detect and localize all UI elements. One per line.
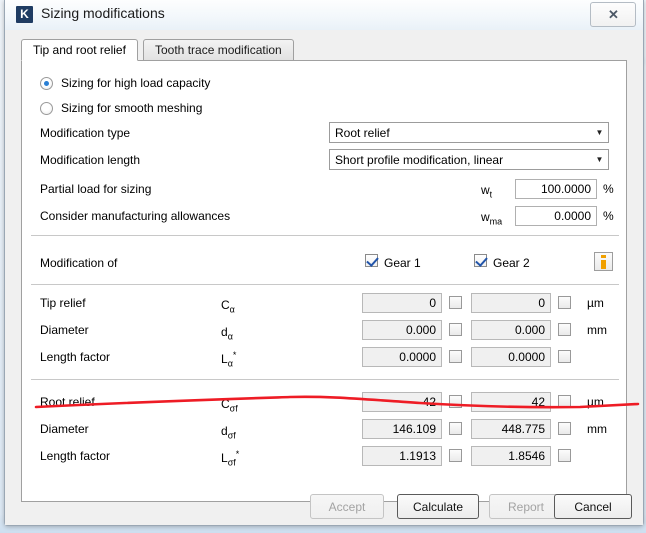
- divider-groups: [31, 379, 619, 380]
- checkbox-gear1[interactable]: [365, 254, 378, 267]
- unit-tip-diameter: mm: [587, 323, 607, 337]
- tip-diameter-gear1-input[interactable]: 0.000: [362, 320, 442, 340]
- symbol-tip-diameter: dα: [221, 325, 233, 342]
- modification-type-value: Root relief: [335, 125, 390, 140]
- symbol-root-relief: Cσf: [221, 397, 238, 414]
- modification-length-select[interactable]: Short profile modification, linear ▼: [329, 149, 609, 170]
- tip-length-factor-gear1-checkbox[interactable]: [449, 350, 462, 363]
- root-diameter-gear1-input[interactable]: 146.109: [362, 419, 442, 439]
- symbol-tip-length-factor: Lα*: [221, 350, 237, 369]
- tip-relief-gear1-checkbox[interactable]: [449, 296, 462, 309]
- tip-relief-gear2-input[interactable]: 0: [471, 293, 551, 313]
- root-length-factor-gear2-input[interactable]: 1.8546: [471, 446, 551, 466]
- symbol-manufacturing-allowances: wma: [481, 210, 503, 227]
- label-partial-load: Partial load for sizing: [40, 182, 152, 196]
- label-modification-type: Modification type: [40, 126, 131, 140]
- window-title: Sizing modifications: [41, 5, 165, 21]
- label-tip-relief: Tip relief: [40, 296, 86, 310]
- manufacturing-allowances-input[interactable]: 0.0000: [515, 206, 597, 226]
- tab-tooth-trace-modification[interactable]: Tooth trace modification: [143, 39, 294, 61]
- tip-diameter-gear1-checkbox[interactable]: [449, 323, 462, 336]
- label-tip-diameter: Diameter: [40, 323, 89, 337]
- info-icon[interactable]: [594, 252, 613, 271]
- label-root-diameter: Diameter: [40, 422, 89, 436]
- radio-smooth-meshing[interactable]: Sizing for smooth meshing: [40, 101, 202, 115]
- title-bar[interactable]: K Sizing modifications ✕: [5, 0, 643, 31]
- dialog-client-area: Tip and root relief Tooth trace modifica…: [5, 30, 643, 525]
- report-button[interactable]: Report: [489, 494, 563, 519]
- tip-length-factor-gear1-input[interactable]: 0.0000: [362, 347, 442, 367]
- radio-label-smooth-meshing: Sizing for smooth meshing: [61, 101, 203, 115]
- unit-root-relief: µm: [587, 395, 604, 409]
- tip-length-factor-gear2-checkbox[interactable]: [558, 350, 571, 363]
- label-root-relief: Root relief: [40, 395, 95, 409]
- tip-diameter-gear2-checkbox[interactable]: [558, 323, 571, 336]
- label-tip-length-factor: Length factor: [40, 350, 111, 364]
- unit-manufacturing-allowances: %: [603, 209, 614, 223]
- checkbox-gear2[interactable]: [474, 254, 487, 267]
- tab-tip-and-root-relief[interactable]: Tip and root relief: [21, 39, 138, 61]
- app-icon: K: [16, 6, 33, 23]
- label-root-length-factor: Length factor: [40, 449, 111, 463]
- close-button[interactable]: ✕: [590, 2, 636, 27]
- tab-strip: Tip and root relief Tooth trace modifica…: [21, 39, 627, 61]
- chevron-down-icon: ▼: [595, 128, 604, 137]
- root-length-factor-gear1-checkbox[interactable]: [449, 449, 462, 462]
- symbol-partial-load: wt: [481, 183, 493, 200]
- tip-length-factor-gear2-input[interactable]: 0.0000: [471, 347, 551, 367]
- tab-panel-tip-and-root-relief: Sizing for high load capacity Sizing for…: [21, 60, 627, 502]
- modification-type-select[interactable]: Root relief ▼: [329, 122, 609, 143]
- accept-button[interactable]: Accept: [310, 494, 384, 519]
- sizing-modifications-dialog: K Sizing modifications ✕ Tip and root re…: [4, 0, 644, 526]
- partial-load-input[interactable]: 100.0000: [515, 179, 597, 199]
- root-length-factor-gear1-input[interactable]: 1.1913: [362, 446, 442, 466]
- root-relief-gear2-input[interactable]: 42: [471, 392, 551, 412]
- unit-partial-load: %: [603, 182, 614, 196]
- radio-icon-high-load: [40, 76, 53, 90]
- divider-top: [31, 235, 619, 236]
- root-relief-gear1-input[interactable]: 42: [362, 392, 442, 412]
- symbol-root-diameter: dσf: [221, 424, 236, 441]
- label-modification-length: Modification length: [40, 153, 141, 167]
- radio-label-high-load: Sizing for high load capacity: [61, 76, 211, 90]
- radio-high-load-capacity[interactable]: Sizing for high load capacity: [40, 76, 210, 90]
- unit-tip-relief: µm: [587, 296, 604, 310]
- unit-root-diameter: mm: [587, 422, 607, 436]
- root-relief-gear2-checkbox[interactable]: [558, 395, 571, 408]
- tip-relief-gear2-checkbox[interactable]: [558, 296, 571, 309]
- tip-diameter-gear2-input[interactable]: 0.000: [471, 320, 551, 340]
- radio-icon-smooth-meshing: [40, 101, 53, 115]
- cancel-button[interactable]: Cancel: [554, 494, 632, 519]
- divider-bottom: [31, 284, 619, 285]
- label-modification-of: Modification of: [40, 256, 118, 270]
- tip-relief-gear1-input[interactable]: 0: [362, 293, 442, 313]
- info-glyph: [601, 255, 606, 269]
- root-diameter-gear2-checkbox[interactable]: [558, 422, 571, 435]
- root-diameter-gear2-input[interactable]: 448.775: [471, 419, 551, 439]
- root-relief-gear1-checkbox[interactable]: [449, 395, 462, 408]
- calculate-button[interactable]: Calculate: [397, 494, 479, 519]
- root-length-factor-gear2-checkbox[interactable]: [558, 449, 571, 462]
- label-gear1: Gear 1: [384, 256, 421, 270]
- chevron-down-icon: ▼: [595, 155, 604, 164]
- label-manufacturing-allowances: Consider manufacturing allowances: [40, 209, 231, 223]
- close-icon: ✕: [608, 6, 619, 22]
- symbol-tip-relief: Cα: [221, 298, 235, 315]
- label-gear2: Gear 2: [493, 256, 530, 270]
- symbol-root-length-factor: Lσf*: [221, 449, 240, 468]
- root-diameter-gear1-checkbox[interactable]: [449, 422, 462, 435]
- modification-length-value: Short profile modification, linear: [335, 152, 504, 167]
